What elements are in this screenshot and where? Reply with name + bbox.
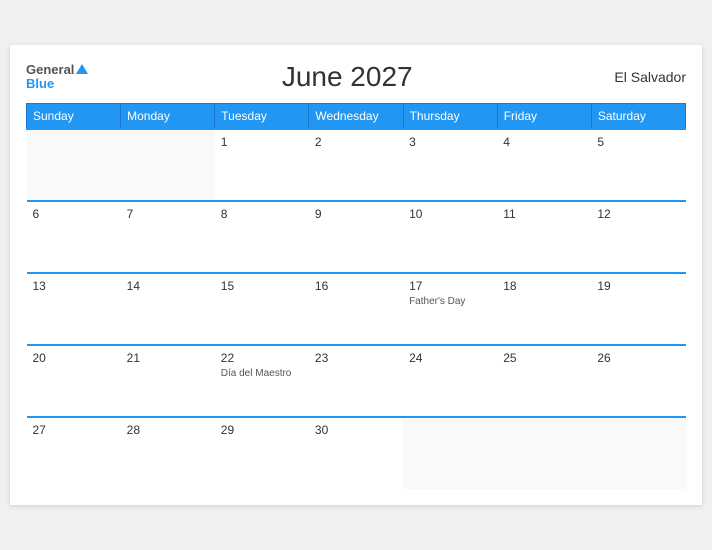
day-number: 2 [315, 135, 397, 149]
calendar-week-3: 13 14 15 16 17 Father's Day 18 19 [27, 273, 686, 345]
calendar-cell [121, 129, 215, 201]
day-number: 14 [127, 279, 209, 293]
calendar-cell: 9 [309, 201, 403, 273]
calendar-cell: 5 [591, 129, 685, 201]
calendar-cell: 23 [309, 345, 403, 417]
calendar-cell: 11 [497, 201, 591, 273]
day-number: 11 [503, 207, 585, 221]
calendar-cell: 24 [403, 345, 497, 417]
calendar-cell: 29 [215, 417, 309, 489]
day-number: 12 [597, 207, 679, 221]
calendar-cell: 22 Día del Maestro [215, 345, 309, 417]
calendar-cell: 10 [403, 201, 497, 273]
day-number: 9 [315, 207, 397, 221]
day-number: 1 [221, 135, 303, 149]
day-number: 24 [409, 351, 491, 365]
calendar-cell [27, 129, 121, 201]
calendar-week-5: 27 28 29 30 [27, 417, 686, 489]
day-number: 22 [221, 351, 303, 365]
calendar-cell: 1 [215, 129, 309, 201]
weekday-header-monday: Monday [121, 104, 215, 130]
day-number: 21 [127, 351, 209, 365]
day-number: 8 [221, 207, 303, 221]
calendar-grid: SundayMondayTuesdayWednesdayThursdayFrid… [26, 103, 686, 489]
calendar-cell [497, 417, 591, 489]
weekday-header-wednesday: Wednesday [309, 104, 403, 130]
day-number: 10 [409, 207, 491, 221]
calendar-cell: 13 [27, 273, 121, 345]
calendar-cell: 16 [309, 273, 403, 345]
day-number: 30 [315, 423, 397, 437]
day-number: 6 [33, 207, 115, 221]
calendar-cell [591, 417, 685, 489]
calendar-cell: 28 [121, 417, 215, 489]
calendar-cell: 8 [215, 201, 309, 273]
weekday-header-saturday: Saturday [591, 104, 685, 130]
day-number: 15 [221, 279, 303, 293]
country-label: El Salvador [606, 69, 686, 85]
calendar-cell [403, 417, 497, 489]
calendar-cell: 19 [591, 273, 685, 345]
day-number: 25 [503, 351, 585, 365]
weekday-header-tuesday: Tuesday [215, 104, 309, 130]
day-number: 29 [221, 423, 303, 437]
calendar-cell: 7 [121, 201, 215, 273]
weekday-header-sunday: Sunday [27, 104, 121, 130]
calendar-week-2: 6789 10 11 12 [27, 201, 686, 273]
calendar-cell: 18 [497, 273, 591, 345]
calendar-cell: 25 [497, 345, 591, 417]
day-number: 3 [409, 135, 491, 149]
event-label: Día del Maestro [221, 368, 303, 379]
calendar-cell: 20 [27, 345, 121, 417]
day-number: 19 [597, 279, 679, 293]
day-number: 26 [597, 351, 679, 365]
day-number: 20 [33, 351, 115, 365]
weekday-header-thursday: Thursday [403, 104, 497, 130]
calendar-cell: 30 [309, 417, 403, 489]
calendar-week-4: 20 21 22 Día del Maestro 23 24 25 26 [27, 345, 686, 417]
logo: General Blue [26, 63, 88, 92]
calendar-header-row: SundayMondayTuesdayWednesdayThursdayFrid… [27, 104, 686, 130]
calendar-header: General Blue June 2027 El Salvador [26, 61, 686, 93]
day-number: 7 [127, 207, 209, 221]
day-number: 13 [33, 279, 115, 293]
calendar-cell: 3 [403, 129, 497, 201]
calendar-cell: 14 [121, 273, 215, 345]
day-number: 23 [315, 351, 397, 365]
day-number: 16 [315, 279, 397, 293]
calendar-cell: 15 [215, 273, 309, 345]
event-label: Father's Day [409, 296, 491, 307]
calendar-cell: 21 [121, 345, 215, 417]
calendar-cell: 2 [309, 129, 403, 201]
logo-triangle-icon [76, 64, 88, 74]
day-number: 17 [409, 279, 491, 293]
day-number: 4 [503, 135, 585, 149]
logo-general-text: General [26, 63, 74, 77]
calendar-cell: 27 [27, 417, 121, 489]
day-number: 5 [597, 135, 679, 149]
calendar-week-1: 12345 [27, 129, 686, 201]
day-number: 18 [503, 279, 585, 293]
weekday-header-friday: Friday [497, 104, 591, 130]
calendar-container: General Blue June 2027 El Salvador Sunda… [10, 45, 702, 505]
calendar-cell: 4 [497, 129, 591, 201]
logo-blue-text: Blue [26, 77, 88, 91]
calendar-cell: 17 Father's Day [403, 273, 497, 345]
calendar-cell: 12 [591, 201, 685, 273]
month-title: June 2027 [88, 61, 606, 93]
calendar-cell: 26 [591, 345, 685, 417]
day-number: 27 [33, 423, 115, 437]
calendar-cell: 6 [27, 201, 121, 273]
day-number: 28 [127, 423, 209, 437]
